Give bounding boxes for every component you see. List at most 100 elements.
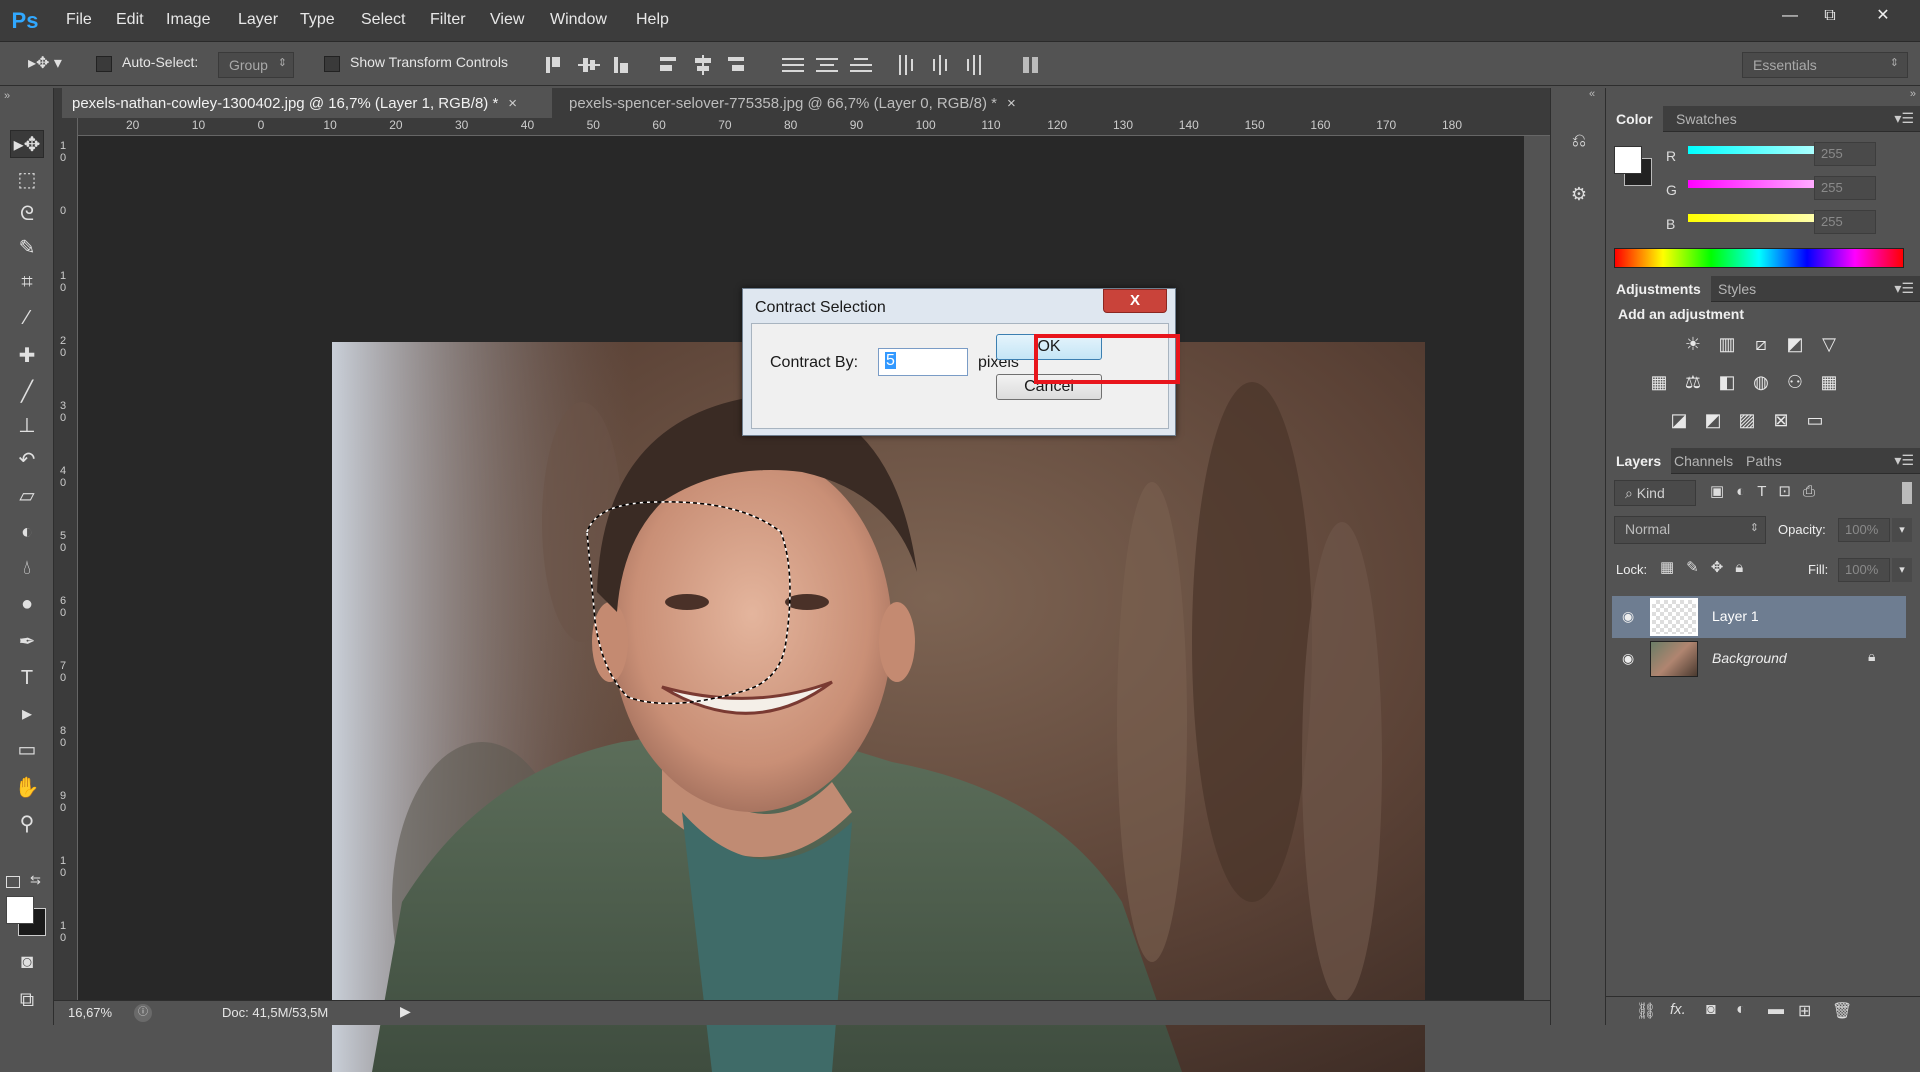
auto-select-dropdown[interactable]: Group ⇕: [218, 52, 294, 78]
quick-mask-icon[interactable]: ◙: [10, 948, 44, 976]
tab-channels[interactable]: Channels: [1664, 448, 1743, 474]
color-fg-swatch[interactable]: [1614, 146, 1642, 174]
tab-styles[interactable]: Styles: [1708, 276, 1766, 302]
lock-icons[interactable]: ▦✎✥🔒︎: [1660, 558, 1755, 576]
workspace-dropdown[interactable]: Essentials ⇕: [1742, 52, 1908, 78]
type-tool-icon[interactable]: T: [10, 664, 44, 692]
menu-view[interactable]: View: [490, 11, 524, 29]
tab-adjustments[interactable]: Adjustments: [1606, 276, 1711, 302]
align-right-icon[interactable]: [726, 55, 748, 75]
channel-mixer-icon[interactable]: ⚇: [1782, 370, 1808, 394]
history-panel-icon[interactable]: ⎌: [1565, 126, 1593, 154]
align-top-icon[interactable]: [544, 55, 566, 75]
hue-saturation-icon[interactable]: ▦: [1646, 370, 1672, 394]
menu-type[interactable]: Type: [300, 11, 335, 29]
marquee-tool-icon[interactable]: ⬚: [10, 166, 44, 194]
layer-name[interactable]: Background: [1712, 650, 1787, 666]
move-tool-icon[interactable]: ▸✥: [10, 130, 44, 158]
collapse-arrows-icon[interactable]: »: [4, 90, 10, 102]
eyedropper-tool-icon[interactable]: ⁄: [10, 304, 44, 332]
move-tool-preset-icon[interactable]: ▸✥ ▾: [28, 53, 78, 77]
expand-arrows-icon[interactable]: »: [1910, 88, 1916, 100]
tab-color[interactable]: Color: [1606, 106, 1663, 132]
color-spectrum-bar[interactable]: [1614, 248, 1904, 268]
swap-colors-icon[interactable]: ⇆: [30, 872, 41, 888]
contract-by-input[interactable]: 5: [878, 348, 968, 376]
tab-document-2[interactable]: pexels-spencer-selover-775358.jpg @ 66,7…: [559, 88, 1109, 118]
threshold-icon[interactable]: ▨: [1734, 408, 1760, 432]
distribute-vcenter-icon[interactable]: [816, 55, 838, 75]
blur-tool-icon[interactable]: 💧︎: [10, 554, 44, 582]
fill-dropdown-arrow-icon[interactable]: ▾: [1892, 558, 1912, 582]
photo-filter-icon[interactable]: ◍: [1748, 370, 1774, 394]
menu-layer[interactable]: Layer: [238, 11, 278, 29]
eye-icon[interactable]: ◉: [1622, 650, 1634, 667]
align-bottom-icon[interactable]: [612, 55, 634, 75]
opacity-dropdown-arrow-icon[interactable]: ▾: [1892, 518, 1912, 542]
zoom-level[interactable]: 16,67%: [68, 1005, 112, 1020]
quick-selection-tool-icon[interactable]: ✎: [10, 234, 44, 262]
zoom-tool-icon[interactable]: ⚲: [10, 810, 44, 838]
layer-filter-icons[interactable]: ▣◐T⊡⎙: [1710, 482, 1827, 500]
tab-close-icon[interactable]: ×: [508, 95, 517, 112]
align-vcenter-icon[interactable]: [578, 55, 600, 75]
layer-filter-kind[interactable]: ⌕ Kind: [1614, 480, 1696, 506]
panel-menu-icon[interactable]: ▾☰: [1894, 280, 1914, 297]
tab-close-icon[interactable]: ×: [1007, 95, 1016, 112]
new-adjustment-icon[interactable]: ◐: [1736, 1001, 1746, 1019]
menu-window[interactable]: Window: [550, 11, 607, 29]
fill-value[interactable]: 100%: [1838, 558, 1890, 582]
eye-icon[interactable]: ◉: [1622, 608, 1634, 625]
new-layer-icon[interactable]: ⊞: [1798, 1001, 1811, 1021]
menu-select[interactable]: Select: [361, 11, 405, 29]
auto-align-layers-icon[interactable]: [1020, 55, 1042, 75]
color-lookup-icon[interactable]: ▦: [1816, 370, 1842, 394]
invert-icon[interactable]: ◪: [1666, 408, 1692, 432]
distribute-right-icon[interactable]: [964, 55, 986, 75]
panel-menu-icon[interactable]: ▾☰: [1894, 110, 1914, 127]
menu-help[interactable]: Help: [636, 11, 669, 29]
path-selection-tool-icon[interactable]: ▸: [10, 700, 44, 728]
menu-edit[interactable]: Edit: [116, 11, 144, 29]
distribute-left-icon[interactable]: [896, 55, 918, 75]
lasso-tool-icon[interactable]: ᘓ: [10, 200, 44, 228]
link-layers-icon[interactable]: ⛓: [1636, 1001, 1656, 1021]
distribute-hcenter-icon[interactable]: [930, 55, 952, 75]
black-white-icon[interactable]: ◧: [1714, 370, 1740, 394]
default-colors-icon[interactable]: [6, 876, 20, 888]
minimize-button[interactable]: —: [1770, 3, 1810, 29]
crop-tool-icon[interactable]: ⌗: [10, 268, 44, 296]
history-brush-tool-icon[interactable]: ↶: [10, 446, 44, 474]
menu-file[interactable]: File: [66, 11, 92, 29]
dodge-tool-icon[interactable]: ●: [10, 590, 44, 618]
menu-image[interactable]: Image: [166, 11, 210, 29]
color-balance-icon[interactable]: ⚖: [1680, 370, 1706, 394]
align-left-icon[interactable]: [658, 55, 680, 75]
exposure-icon[interactable]: ◩: [1782, 332, 1808, 356]
menu-filter[interactable]: Filter: [430, 11, 466, 29]
properties-panel-icon[interactable]: ⚙: [1565, 180, 1593, 208]
status-info-icon[interactable]: ⓘ: [134, 1004, 152, 1022]
channel-g-value[interactable]: 255: [1814, 176, 1876, 200]
curves-icon[interactable]: ⧄: [1748, 332, 1774, 356]
vertical-scrollbar[interactable]: [1524, 136, 1550, 1000]
dialog-close-button[interactable]: X: [1103, 289, 1167, 313]
align-hcenter-icon[interactable]: [692, 55, 714, 75]
show-transform-checkbox[interactable]: [324, 56, 340, 72]
layer-row-layer-1[interactable]: ◉ Layer 1: [1612, 596, 1906, 638]
posterize-icon[interactable]: ◩: [1700, 408, 1726, 432]
distribute-top-icon[interactable]: [782, 55, 804, 75]
collapse-arrows-icon[interactable]: «: [1589, 88, 1595, 100]
selective-color-icon[interactable]: ⊠: [1768, 408, 1794, 432]
layer-row-background[interactable]: ◉ Background 🔒︎: [1612, 638, 1906, 680]
brush-tool-icon[interactable]: ╱: [10, 378, 44, 406]
status-menu-arrow-icon[interactable]: ▶: [400, 1003, 411, 1020]
tab-swatches[interactable]: Swatches: [1666, 106, 1747, 132]
tab-paths[interactable]: Paths: [1736, 448, 1792, 474]
filter-toggle[interactable]: [1902, 482, 1912, 504]
brightness-contrast-icon[interactable]: ☀: [1680, 332, 1706, 356]
canvas-area[interactable]: [78, 136, 1550, 1072]
screen-mode-icon[interactable]: ⧉: [10, 986, 44, 1014]
gradient-map-icon[interactable]: ▭: [1802, 408, 1828, 432]
opacity-value[interactable]: 100%: [1838, 518, 1890, 542]
